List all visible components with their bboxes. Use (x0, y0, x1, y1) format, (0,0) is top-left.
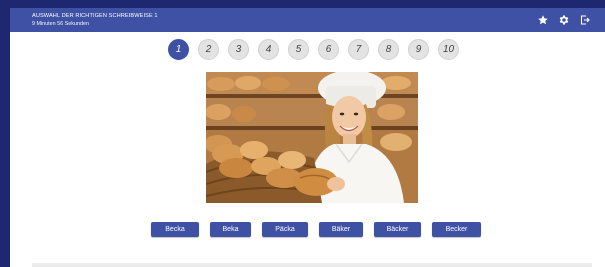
page-button-6[interactable]: 6 (318, 39, 339, 60)
app-header: AUSWAHL DER RICHTIGEN SCHREIBWEISE 1 9 M… (10, 8, 605, 32)
page-button-8[interactable]: 8 (378, 39, 399, 60)
page-button-5[interactable]: 5 (288, 39, 309, 60)
answer-button-baeker[interactable]: Bäker (319, 222, 363, 237)
page-button-7[interactable]: 7 (348, 39, 369, 60)
answer-button-becker[interactable]: Becker (432, 222, 481, 237)
page-button-10[interactable]: 10 (438, 39, 459, 60)
question-pager: 1 2 3 4 5 6 7 8 9 10 (168, 39, 459, 60)
answer-button-becka[interactable]: Becka (151, 222, 199, 237)
gear-icon[interactable] (558, 14, 570, 26)
timer-text: 9 Minuten 56 Sekunden (32, 21, 89, 27)
page-button-4[interactable]: 4 (258, 39, 279, 60)
bottom-divider (32, 263, 592, 267)
outer-frame-top (0, 0, 605, 8)
answer-button-beka[interactable]: Beka (210, 222, 251, 237)
exit-icon[interactable] (579, 14, 591, 26)
answer-options: Becka Beka Päcka Bäker Bäcker Becker (151, 222, 481, 237)
page-button-3[interactable]: 3 (228, 39, 249, 60)
page-button-9[interactable]: 9 (408, 39, 429, 60)
header-actions (537, 13, 591, 27)
page-button-2[interactable]: 2 (198, 39, 219, 60)
star-icon[interactable] (537, 14, 549, 26)
baker-photo (206, 72, 418, 203)
title-block: AUSWAHL DER RICHTIGEN SCHREIBWEISE 1 9 M… (32, 12, 158, 28)
outer-frame-left (0, 0, 10, 267)
app-window: AUSWAHL DER RICHTIGEN SCHREIBWEISE 1 9 M… (10, 8, 605, 267)
page-button-1[interactable]: 1 (168, 39, 189, 60)
answer-button-baecker[interactable]: Bäcker (374, 222, 421, 237)
answer-button-paecka[interactable]: Päcka (262, 222, 308, 237)
exercise-title: AUSWAHL DER RICHTIGEN SCHREIBWEISE 1 (32, 13, 158, 19)
